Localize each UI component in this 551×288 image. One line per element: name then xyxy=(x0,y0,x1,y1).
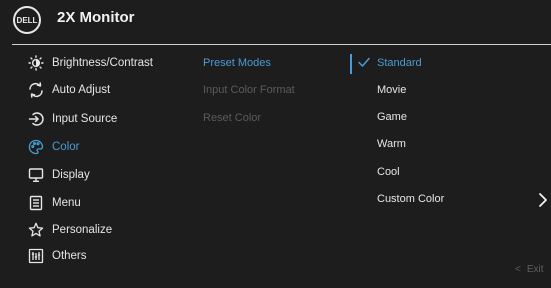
menu-item-label: Menu xyxy=(52,197,81,209)
menu-item-display[interactable]: Display xyxy=(28,164,90,186)
option-standard[interactable]: Standard xyxy=(377,52,422,74)
submenu-item-reset-color[interactable]: Reset Color xyxy=(203,107,261,129)
option-movie[interactable]: Movie xyxy=(377,79,406,101)
logo-text: DELL xyxy=(16,15,38,25)
menu-item-personalize[interactable]: Personalize xyxy=(28,219,112,241)
display-icon xyxy=(28,167,44,183)
option-custom-color[interactable]: Custom Color xyxy=(377,188,444,210)
option-warm[interactable]: Warm xyxy=(377,133,406,155)
menu-item-label: Input Source xyxy=(52,113,118,125)
menu-item-brightness-contrast[interactable]: Brightness/Contrast xyxy=(28,52,153,74)
auto-adjust-icon xyxy=(28,82,44,98)
brightness-icon xyxy=(28,55,44,71)
menu-item-input-source[interactable]: Input Source xyxy=(28,108,117,130)
menu-item-color[interactable]: Color xyxy=(28,136,79,158)
option-cool[interactable]: Cool xyxy=(377,161,400,183)
menu-item-auto-adjust[interactable]: Auto Adjust xyxy=(28,79,110,101)
option-game[interactable]: Game xyxy=(377,106,407,128)
checkmark-icon xyxy=(357,55,371,69)
chevron-right-icon[interactable] xyxy=(537,192,549,208)
menu-item-label: Personalize xyxy=(52,224,113,236)
color-icon xyxy=(28,139,44,155)
menu-item-label: Brightness/Contrast xyxy=(52,57,153,69)
dell-logo: DELL xyxy=(13,6,41,34)
menu-icon xyxy=(28,195,44,211)
menu-item-label: Display xyxy=(52,169,90,181)
menu-item-others[interactable]: Others xyxy=(28,245,87,267)
monitor-title: 2X Monitor xyxy=(57,9,135,26)
chevron-left-icon: < xyxy=(515,264,521,275)
exit-button[interactable]: < Exit xyxy=(515,264,544,275)
exit-label: Exit xyxy=(526,264,544,275)
others-icon xyxy=(28,248,44,264)
star-icon xyxy=(28,222,44,238)
header-divider xyxy=(12,44,551,45)
menu-item-menu[interactable]: Menu xyxy=(28,192,81,214)
osd-header: DELL 2X Monitor xyxy=(0,0,551,42)
menu-item-label: Others xyxy=(52,250,87,262)
submenu-item-input-color-format[interactable]: Input Color Format xyxy=(203,79,295,101)
menu-item-label: Color xyxy=(52,141,80,153)
monitor-osd: DELL 2X Monitor Brightness/Contrast Auto… xyxy=(0,0,551,288)
submenu-item-preset-modes[interactable]: Preset Modes xyxy=(203,52,271,74)
selection-indicator xyxy=(350,54,352,74)
menu-item-label: Auto Adjust xyxy=(52,84,111,96)
input-source-icon xyxy=(28,111,44,127)
